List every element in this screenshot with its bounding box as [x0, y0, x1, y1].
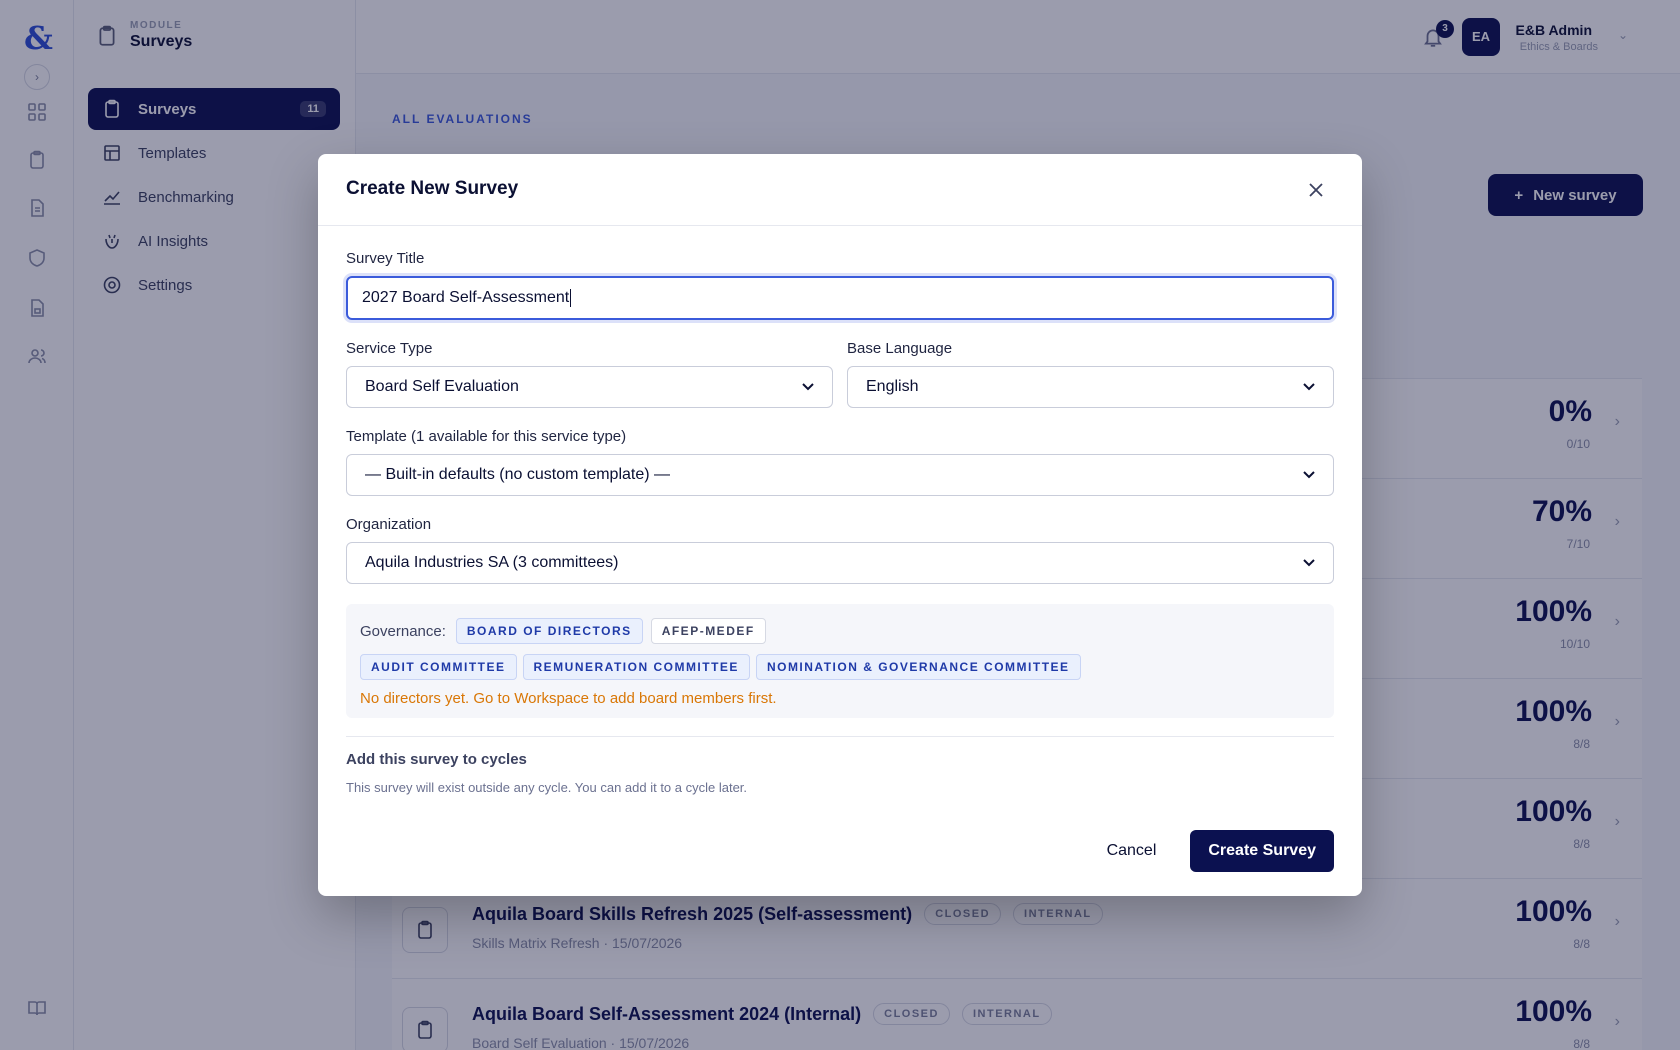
base-language-value: English — [866, 378, 919, 395]
survey-title-input[interactable]: 2027 Board Self-Assessment — [346, 276, 1334, 320]
create-survey-modal: Create New Survey Survey Title 2027 Boar… — [318, 154, 1362, 896]
base-language-label: Base Language — [847, 340, 953, 357]
governance-tag: BOARD OF DIRECTORS — [455, 618, 643, 644]
service-language-row: Service Type Board Self Evaluation Base … — [346, 340, 1334, 408]
modal-header: Create New Survey — [318, 154, 1362, 226]
chevron-down-icon — [1303, 471, 1315, 479]
organization-value: Aquila Industries SA (3 committees) — [365, 554, 619, 571]
divider — [346, 736, 1334, 737]
cycles-title: Add this survey to cycles — [346, 751, 527, 768]
template-select[interactable]: — Built-in defaults (no custom template)… — [346, 454, 1334, 496]
base-language-select[interactable]: English — [847, 366, 1334, 408]
template-field: Template (1 available for this service t… — [346, 428, 1334, 496]
service-type-select[interactable]: Board Self Evaluation — [346, 366, 833, 408]
survey-title-label: Survey Title — [346, 250, 425, 267]
close-icon[interactable] — [1306, 180, 1326, 200]
organization-select[interactable]: Aquila Industries SA (3 committees) — [346, 542, 1334, 584]
modal-title: Create New Survey — [346, 178, 519, 199]
governance-row: Governance: BOARD OF DIRECTORS AFEP-MEDE… — [360, 618, 1320, 644]
no-directors-warning: No directors yet. Go to Workspace to add… — [360, 690, 777, 707]
create-survey-button[interactable]: Create Survey — [1190, 830, 1334, 872]
committee-tag: NOMINATION & GOVERNANCE COMMITTEE — [755, 654, 1081, 680]
template-label: Template (1 available for this service t… — [346, 428, 627, 445]
committee-tag: REMUNERATION COMMITTEE — [522, 654, 750, 680]
text-caret — [570, 289, 572, 307]
governance-tag: AFEP-MEDEF — [650, 618, 766, 644]
modal-footer: Cancel Create Survey — [1087, 830, 1334, 872]
survey-title-value: 2027 Board Self-Assessment — [362, 289, 570, 306]
service-type-value: Board Self Evaluation — [365, 378, 519, 395]
service-type-label: Service Type — [346, 340, 433, 357]
cycles-description: This survey will exist outside any cycle… — [346, 780, 748, 795]
governance-label: Governance: — [360, 622, 446, 640]
modal-body: Survey Title 2027 Board Self-Assessment … — [346, 250, 1334, 795]
governance-panel: Governance: BOARD OF DIRECTORS AFEP-MEDE… — [346, 604, 1334, 718]
committee-row: AUDIT COMMITTEE REMUNERATION COMMITTEE N… — [360, 654, 1320, 680]
template-value: — Built-in defaults (no custom template)… — [365, 466, 671, 483]
organization-field: Organization Aquila Industries SA (3 com… — [346, 516, 1334, 584]
chevron-down-icon — [802, 383, 814, 391]
organization-label: Organization — [346, 516, 432, 533]
cancel-button[interactable]: Cancel — [1087, 831, 1177, 871]
chevron-down-icon — [1303, 559, 1315, 567]
committee-tag: AUDIT COMMITTEE — [360, 654, 517, 680]
chevron-down-icon — [1303, 383, 1315, 391]
